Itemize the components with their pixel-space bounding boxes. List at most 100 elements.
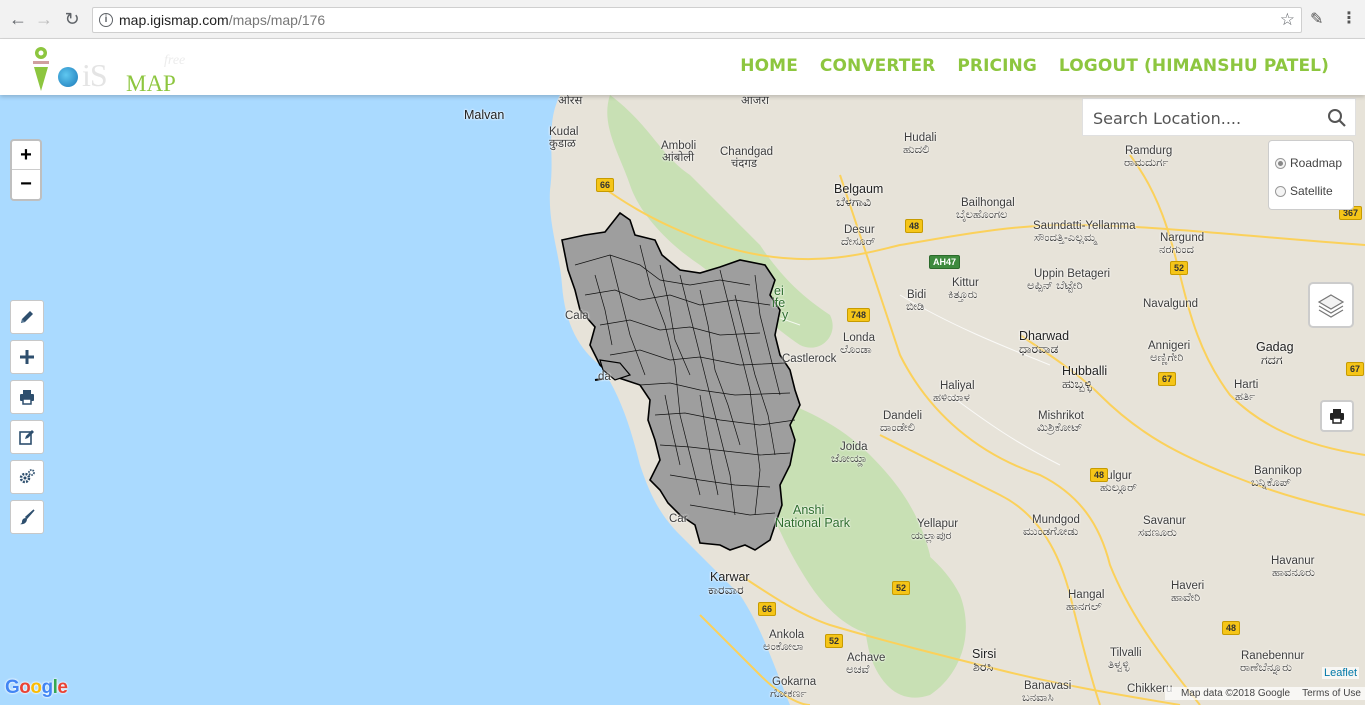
road-shield: 66 bbox=[596, 178, 615, 192]
place-label: Malvan bbox=[464, 108, 505, 122]
google-logo[interactable]: Google bbox=[5, 677, 68, 699]
reload-icon[interactable]: ↻ bbox=[62, 9, 82, 29]
edit-button[interactable] bbox=[10, 420, 44, 454]
place-label: National Park bbox=[775, 516, 851, 530]
place-label: ಗದಗ bbox=[1261, 353, 1283, 367]
logo-word-small: free bbox=[164, 53, 186, 68]
place-label: ಬನ್ನಿಕೊಪ್ bbox=[1251, 477, 1291, 489]
place-label: ಹರ್ತಿ bbox=[1235, 391, 1256, 403]
place-label: ಲೊಂಡಾ bbox=[840, 344, 872, 356]
print-tool-button[interactable] bbox=[10, 380, 44, 414]
basemap-option-satellite[interactable]: Satellite bbox=[1275, 177, 1347, 205]
add-button[interactable] bbox=[10, 340, 44, 374]
place-label: ಕಿತ್ತೂರು bbox=[948, 289, 978, 301]
url-text[interactable]: map.igismap.com/maps/map/176 bbox=[119, 12, 325, 28]
place-label: आंबोली bbox=[662, 152, 695, 164]
place-label: ಹುಲ್ಗೂರ್ bbox=[1100, 482, 1137, 494]
road-shield: 48 bbox=[1090, 468, 1109, 482]
nav-pricing[interactable]: PRICING bbox=[957, 56, 1037, 76]
place-label: ಅಣ್ಣಿಗೇರಿ bbox=[1150, 352, 1184, 364]
place-label: ಬನವಾಸಿ bbox=[1022, 692, 1054, 704]
place-label: ಹುದಲಿ bbox=[903, 144, 930, 156]
place-label: Navalgund bbox=[1143, 298, 1198, 310]
print-map-button[interactable] bbox=[1320, 400, 1354, 432]
place-label: चंदगड bbox=[731, 158, 758, 170]
browser-toolbar: ← → ↻ i map.igismap.com/maps/map/176 ☆ ✎… bbox=[0, 0, 1365, 39]
bookmark-star-icon[interactable]: ☆ bbox=[1280, 10, 1295, 30]
road-shield: 52 bbox=[892, 581, 911, 595]
road-shield: 67 bbox=[1158, 372, 1177, 386]
basemap-label: Satellite bbox=[1290, 184, 1333, 198]
forward-arrow-icon[interactable]: → bbox=[34, 9, 54, 29]
place-label: ಗೋಕರ್ಣ bbox=[770, 688, 807, 700]
settings-button[interactable] bbox=[10, 460, 44, 494]
place-label: ಕಾರವಾರ bbox=[708, 583, 744, 597]
address-bar[interactable]: i map.igismap.com/maps/map/176 ☆ bbox=[92, 7, 1302, 33]
browser-menu-icon[interactable]: ⋮ bbox=[1341, 8, 1357, 28]
globe-icon bbox=[58, 67, 78, 87]
road-shield: 52 bbox=[1170, 261, 1189, 275]
place-label: कुडाळ bbox=[549, 138, 576, 150]
place-label: ಸೌಂದತ್ತಿ-ಎಲ್ಲಮ್ಮ bbox=[1034, 232, 1097, 244]
radio-roadmap[interactable] bbox=[1275, 157, 1286, 169]
layers-button[interactable] bbox=[1308, 282, 1354, 328]
place-label: ನರಗುಂದ bbox=[1159, 244, 1194, 256]
zoom-out-button[interactable]: − bbox=[12, 170, 40, 199]
printer-icon bbox=[1330, 409, 1344, 424]
edit-icon bbox=[19, 430, 34, 445]
map-canvas[interactable]: ओरस आजरा Malvan Kudal कुडाळ Amboli आंबोल… bbox=[0, 95, 1365, 705]
place-label: ಬೈಲಹೊಂಗಲ bbox=[956, 209, 1008, 221]
draw-button[interactable] bbox=[10, 300, 44, 334]
place-label: Car bbox=[669, 513, 688, 525]
print-icon bbox=[20, 390, 34, 405]
place-label: ಮಿಶ್ರಿಕೋಟ್ bbox=[1037, 422, 1083, 434]
info-icon[interactable]: i bbox=[99, 13, 113, 27]
place-label: Cala bbox=[565, 310, 589, 322]
basemap-switcher: Roadmap Satellite bbox=[1268, 140, 1354, 210]
road-shield: 52 bbox=[825, 634, 844, 648]
place-label: ತಿಳ್ವಳ್ಳಿ bbox=[1108, 659, 1130, 671]
basemap-graphic bbox=[0, 95, 1365, 705]
plus-icon bbox=[20, 350, 34, 364]
terms-link[interactable]: Terms of Use bbox=[1302, 688, 1361, 699]
zoom-control: + − bbox=[10, 139, 42, 201]
place-label: ರಾಣೆಬೆನ್ನೂರು bbox=[1240, 662, 1292, 674]
basemap-option-roadmap[interactable]: Roadmap bbox=[1275, 149, 1347, 177]
nav-converter[interactable]: CONVERTER bbox=[820, 56, 935, 76]
place-label: ದಾಂಡೇಲಿ bbox=[880, 422, 916, 434]
main-nav: HOME CONVERTER PRICING LOGOUT (HIMANSHU … bbox=[740, 56, 1329, 76]
road-shield: 48 bbox=[905, 219, 924, 233]
place-label: ಅಪ್ಪಿನ್ ಬೆಟ್ಟೇರಿ bbox=[1027, 280, 1083, 292]
search-icon[interactable] bbox=[1327, 108, 1347, 128]
place-label: ಬೀಡಿ bbox=[906, 301, 925, 313]
radio-satellite[interactable] bbox=[1275, 185, 1286, 197]
layers-icon bbox=[1317, 294, 1345, 318]
app-header: iS MAP free HOME CONVERTER PRICING LOGOU… bbox=[0, 39, 1365, 96]
place-label: ಯಲ್ಲಾಪುರ bbox=[911, 530, 952, 542]
leaflet-attribution[interactable]: Leaflet bbox=[1322, 667, 1360, 679]
road-shield: 748 bbox=[847, 308, 871, 322]
road-shield: 67 bbox=[1346, 362, 1365, 376]
google-letter: o bbox=[30, 677, 42, 698]
zoom-in-button[interactable]: + bbox=[12, 141, 40, 170]
place-label: Castlerock bbox=[782, 353, 837, 365]
place-label: ಹಾವೇರಿ bbox=[1171, 592, 1201, 604]
igismap-logo[interactable]: iS MAP free bbox=[24, 43, 214, 96]
place-label: ಸವಣೂರು bbox=[1138, 527, 1177, 539]
back-arrow-icon[interactable]: ← bbox=[8, 9, 28, 29]
road-shield: 66 bbox=[758, 602, 777, 616]
style-button[interactable] bbox=[10, 500, 44, 534]
search-box bbox=[1082, 98, 1356, 136]
google-letter: o bbox=[19, 677, 31, 698]
search-input[interactable] bbox=[1093, 106, 1318, 130]
google-letter: g bbox=[41, 677, 54, 698]
place-label: आजरा bbox=[741, 95, 769, 107]
place-label: ಜೋಯ್ಡಾ bbox=[831, 453, 868, 465]
basemap-label: Roadmap bbox=[1290, 156, 1343, 170]
nav-logout[interactable]: LOGOUT (HIMANSHU PATEL) bbox=[1059, 56, 1329, 76]
extension-icon[interactable]: ✎ bbox=[1310, 9, 1323, 29]
place-label: ಧಾರವಾಡ bbox=[1019, 342, 1059, 356]
nav-home[interactable]: HOME bbox=[740, 56, 798, 76]
place-label: ಹಳಿಯಾಳ bbox=[933, 392, 970, 404]
url-path: /maps/map/176 bbox=[228, 12, 326, 28]
